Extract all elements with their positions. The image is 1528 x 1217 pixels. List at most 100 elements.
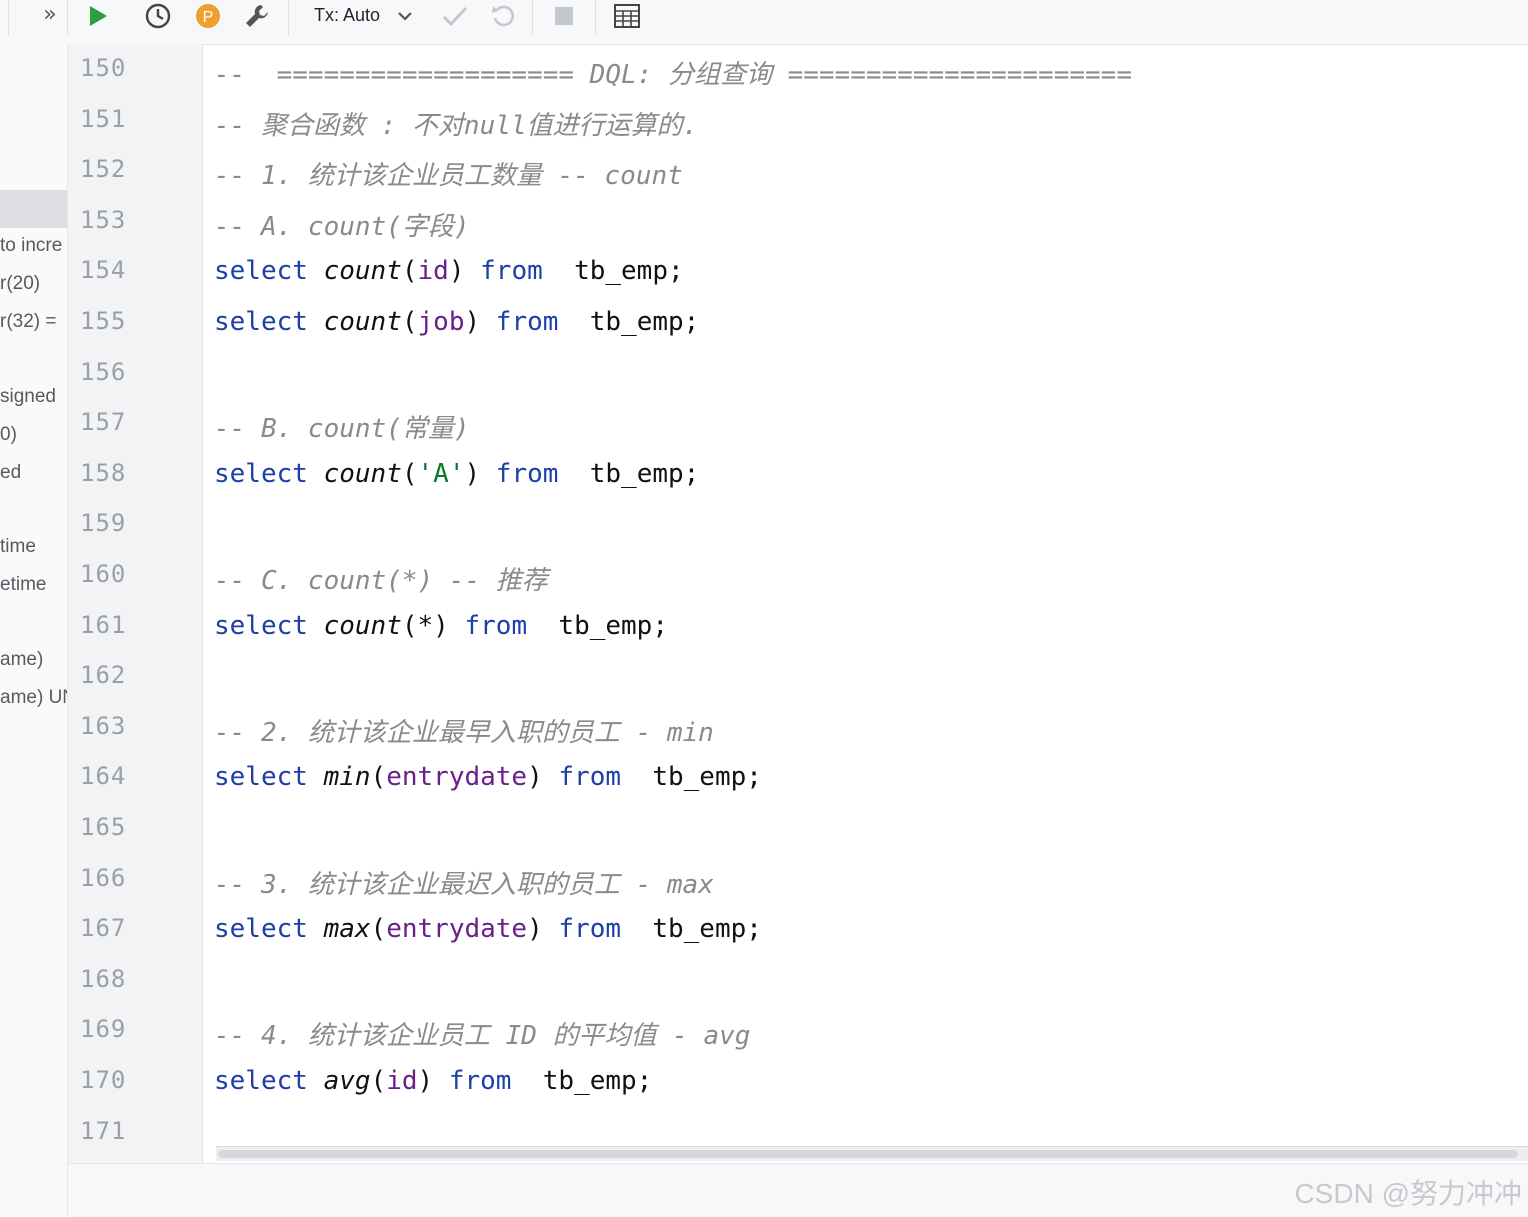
code-line[interactable]: -- B. count(常量) — [214, 408, 470, 458]
tree-item[interactable]: ame) UN — [0, 687, 67, 709]
code-line[interactable]: -- C. count(*) -- 推荐 — [214, 560, 548, 610]
code-token: select — [214, 256, 308, 286]
schema-tree-panel[interactable]: to incre r(20) r(32) = signed 0) ed time… — [0, 44, 68, 1216]
code-token: ( — [401, 256, 418, 286]
code-token: select — [214, 914, 308, 944]
code-token: ) — [448, 256, 481, 286]
run-button[interactable] — [84, 0, 112, 32]
code-line[interactable]: select count(*) from tb_emp; — [214, 611, 668, 661]
stop-button[interactable] — [550, 0, 578, 32]
code-line[interactable]: select min(entrydate) from tb_emp; — [214, 762, 762, 812]
code-token: ) — [464, 459, 496, 489]
tree-item[interactable]: ed — [0, 462, 21, 484]
tree-selected-row[interactable] — [0, 190, 67, 228]
tree-item[interactable]: ame) — [0, 649, 43, 671]
code-token: -- A. count(字段) — [214, 212, 470, 242]
code-token: ( — [401, 307, 418, 337]
tree-item[interactable]: to incre — [0, 235, 62, 257]
code-token: from — [480, 256, 543, 286]
line-number: 156 — [80, 358, 127, 386]
line-number: 153 — [80, 206, 127, 234]
tree-item[interactable]: r(20) — [0, 273, 40, 295]
profile-button[interactable]: P — [194, 0, 222, 32]
line-number: 157 — [80, 408, 127, 436]
line-number: 152 — [80, 155, 127, 183]
tree-item[interactable]: time — [0, 536, 36, 558]
commit-button[interactable] — [440, 0, 470, 32]
code-token: 'A' — [417, 459, 465, 489]
table-view-icon — [614, 4, 640, 28]
table-view-button[interactable] — [612, 0, 642, 32]
tree-item[interactable]: signed — [0, 386, 56, 408]
code-line[interactable]: select avg(id) from tb_emp; — [214, 1066, 652, 1116]
code-line[interactable]: select count(id) from tb_emp; — [214, 256, 684, 306]
profile-icon: P — [196, 4, 220, 28]
line-number: 170 — [80, 1066, 127, 1094]
code-line[interactable]: -- 聚合函数 : 不对null值进行运算的. — [214, 105, 698, 155]
code-token: from — [464, 611, 528, 641]
code-line[interactable]: -- =================== DQL: 分组查询 =======… — [214, 54, 1132, 104]
line-number: 155 — [80, 307, 127, 335]
history-icon — [145, 3, 171, 29]
editor-toolbar: » P Tx: Auto — [0, 0, 1528, 45]
commit-check-icon — [442, 6, 468, 27]
code-token: ) — [417, 1066, 449, 1096]
settings-wrench-icon — [246, 5, 268, 27]
more-tools-button[interactable]: » — [36, 0, 64, 30]
line-number: 171 — [80, 1117, 127, 1145]
code-token: (*) — [401, 611, 465, 641]
history-button[interactable] — [143, 0, 173, 32]
code-token: from — [558, 762, 622, 792]
tree-item[interactable]: r(32) = — [0, 311, 57, 333]
code-token: tb_emp; — [527, 611, 668, 641]
code-line[interactable]: -- 1. 统计该企业员工数量 -- count — [214, 155, 683, 205]
code-token: job — [417, 307, 465, 337]
code-token: ( — [401, 459, 418, 489]
line-number: 159 — [80, 509, 127, 537]
code-token: -- 3. 统计该企业最迟入职的员工 - max — [214, 870, 714, 900]
line-number: 162 — [80, 661, 127, 689]
code-line[interactable]: -- 4. 统计该企业员工 ID 的平均值 - avg — [214, 1015, 750, 1065]
scrollbar-thumb[interactable] — [218, 1150, 1518, 1158]
code-token: tb_emp; — [558, 307, 700, 337]
code-token: ) — [464, 307, 496, 337]
code-line[interactable]: -- A. count(字段) — [214, 206, 470, 256]
line-number: 163 — [80, 712, 127, 740]
code-token: entrydate — [386, 914, 528, 944]
code-token: ) — [527, 762, 559, 792]
sql-editor[interactable]: -- =================== DQL: 分组查询 =======… — [214, 44, 1528, 1164]
tree-item[interactable]: etime — [0, 574, 46, 596]
rollback-button[interactable] — [488, 0, 518, 32]
line-number: 168 — [80, 965, 127, 993]
line-number: 165 — [80, 813, 127, 841]
code-token: tb_emp; — [621, 914, 762, 944]
code-line[interactable]: -- 2. 统计该企业最早入职的员工 - min — [214, 712, 714, 762]
line-number-gutter: 150 151 152 153 154 155 156 157 158 159 160 161 162 1… — [68, 44, 203, 1164]
line-number: 169 — [80, 1015, 127, 1043]
stop-icon — [555, 7, 573, 25]
code-token: tb_emp; — [542, 256, 684, 286]
code-line[interactable]: select count(job) from tb_emp; — [214, 307, 699, 357]
code-line[interactable]: -- 3. 统计该企业最迟入职的员工 - max — [214, 864, 714, 914]
code-token: tb_emp; — [511, 1066, 653, 1096]
horizontal-scrollbar[interactable] — [216, 1146, 1528, 1161]
code-token: count — [323, 256, 402, 286]
chevron-down-icon — [398, 12, 412, 21]
rollback-icon — [492, 5, 515, 27]
code-token: -- 聚合函数 : 不对null值进行运算的. — [214, 111, 699, 141]
code-token: tb_emp; — [621, 762, 762, 792]
transaction-mode-label: Tx: Auto — [314, 5, 381, 25]
code-line[interactable]: select max(entrydate) from tb_emp; — [214, 914, 762, 964]
line-number: 160 — [80, 560, 127, 588]
code-token: count — [323, 459, 402, 489]
code-token: from — [448, 1066, 512, 1096]
settings-button[interactable] — [242, 0, 272, 32]
code-token: -- 4. 统计该企业员工 ID 的平均值 - avg — [214, 1021, 751, 1051]
line-number: 154 — [80, 256, 127, 284]
code-line[interactable]: select count('A') from tb_emp; — [214, 459, 699, 509]
tree-item[interactable]: 0) — [0, 424, 17, 446]
